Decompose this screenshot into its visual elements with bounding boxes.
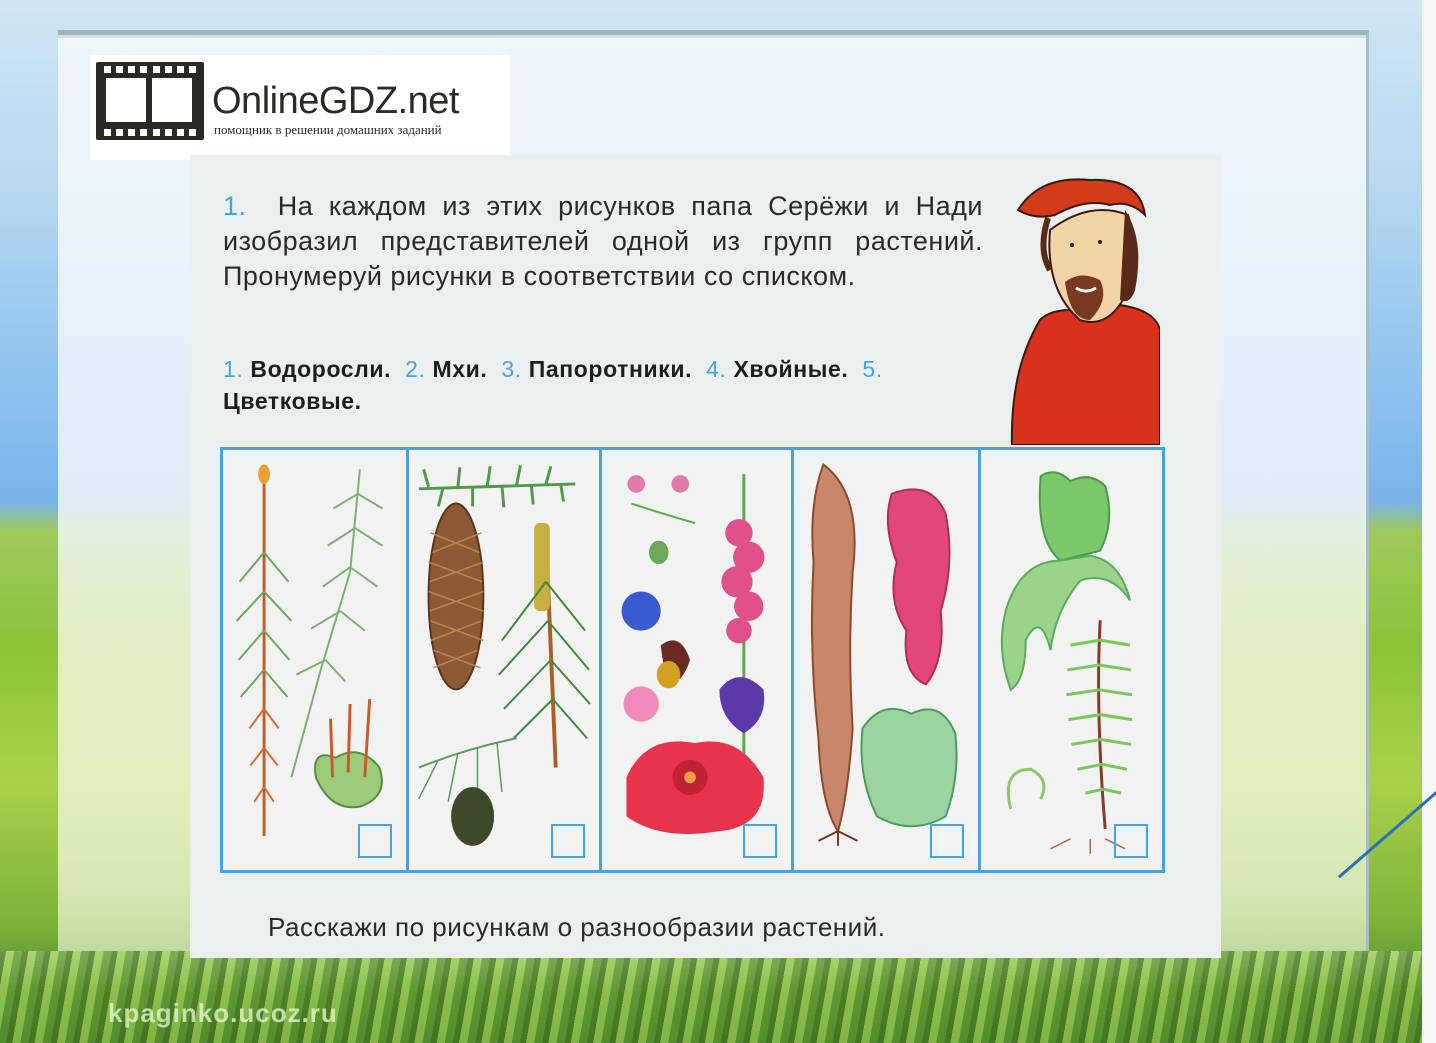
group-number: 3. bbox=[501, 356, 522, 382]
group-label: Водоросли. bbox=[250, 356, 392, 382]
right-edge-strip bbox=[1422, 0, 1436, 1043]
group-label: Хвойные. bbox=[733, 356, 849, 382]
logo-title: OnlineGDZ.net bbox=[212, 80, 459, 122]
task-body: На каждом из этих рисунков папа Серёжи и… bbox=[223, 191, 983, 291]
textbook-page: 1. На каждом из этих рисунков папа Серёж… bbox=[190, 155, 1221, 958]
groups-list: 1. Водоросли. 2. Мхи. 3. Папоротники. 4.… bbox=[223, 353, 983, 417]
task-number: 1. bbox=[223, 191, 247, 221]
panel-conifers bbox=[408, 450, 602, 870]
logo-subtitle: помощник в решении домашних заданий bbox=[214, 122, 442, 137]
plant-panels bbox=[220, 447, 1165, 873]
group-number: 1. bbox=[223, 356, 244, 382]
panel-ferns bbox=[981, 450, 1162, 870]
fern-illustration bbox=[1001, 471, 1133, 854]
panel-algae bbox=[794, 450, 982, 870]
watermark: kpaginko.ucoz.ru bbox=[108, 998, 338, 1028]
answer-box-5[interactable] bbox=[1113, 824, 1148, 858]
group-number: 5. bbox=[862, 356, 883, 382]
group-label: Цветковые. bbox=[223, 388, 362, 414]
conifer-illustration bbox=[417, 465, 591, 846]
answer-box-2[interactable] bbox=[550, 824, 585, 858]
film-book-icon bbox=[96, 62, 204, 140]
answer-box-3[interactable] bbox=[743, 824, 778, 858]
algae-illustration bbox=[811, 462, 958, 846]
panel-flowering bbox=[601, 450, 795, 870]
moss-illustration bbox=[235, 464, 383, 836]
group-number: 2. bbox=[405, 356, 426, 382]
panel-mosses bbox=[223, 450, 409, 870]
father-illustration bbox=[1010, 178, 1160, 445]
grass-border bbox=[0, 951, 1422, 1043]
group-number: 4. bbox=[706, 356, 727, 382]
group-label: Мхи. bbox=[432, 356, 488, 382]
answer-box-1[interactable] bbox=[357, 824, 392, 858]
group-label: Папоротники. bbox=[528, 356, 693, 382]
flowering-illustration bbox=[621, 474, 764, 834]
answer-box-4[interactable] bbox=[930, 824, 965, 858]
task-text: 1. На каждом из этих рисунков папа Серёж… bbox=[223, 189, 983, 294]
closing-prompt: Расскажи по рисункам о разнообразии раст… bbox=[268, 912, 886, 942]
